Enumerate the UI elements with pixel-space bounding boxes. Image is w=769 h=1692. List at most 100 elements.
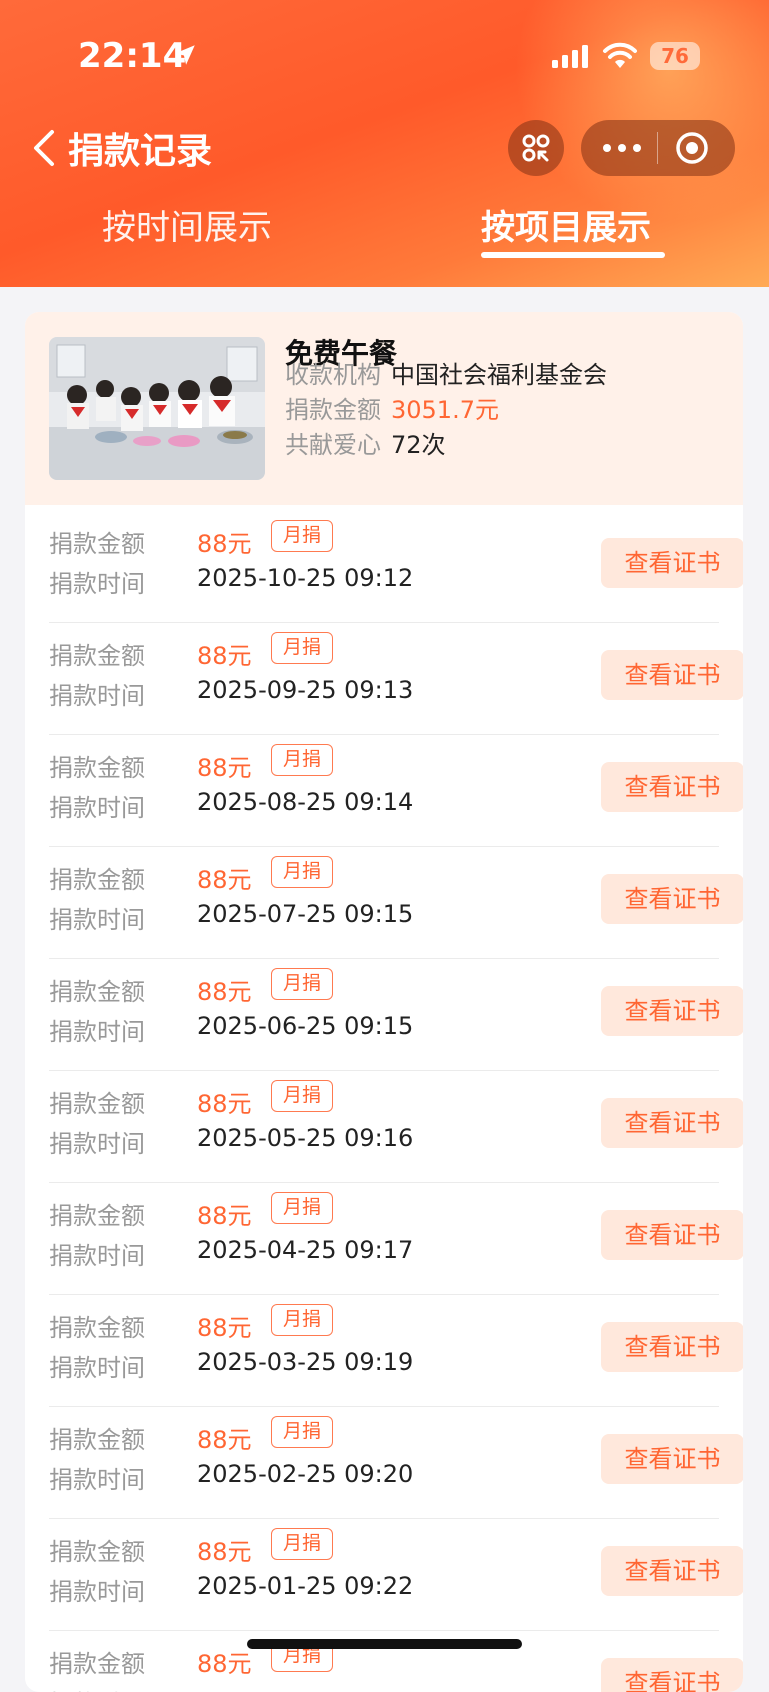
record-time-label: 捐款时间 — [49, 1242, 145, 1270]
battery-icon: 76 — [650, 42, 700, 70]
monthly-donation-tag: 月捐 — [271, 968, 333, 1000]
record-time: 2025-10-25 09:12 — [197, 564, 414, 592]
record-time: 2025-02-25 09:20 — [197, 1460, 414, 1488]
record-time-label: 捐款时间 — [49, 906, 145, 934]
wifi-icon — [603, 42, 637, 68]
project-amount-row: 捐款金额 3051.7元 — [285, 390, 499, 425]
count-label: 共献爱心 — [285, 431, 381, 459]
monthly-donation-tag: 月捐 — [271, 1528, 333, 1560]
record-amount-label: 捐款金额 — [49, 1426, 145, 1454]
record-time-label: 捐款时间 — [49, 1466, 145, 1494]
view-certificate-button[interactable]: 查看证书 — [601, 1210, 743, 1260]
project-photo — [49, 337, 265, 480]
record-amount: 88元 — [197, 866, 252, 894]
record-time: 2025-07-25 09:15 — [197, 900, 414, 928]
view-certificate-button[interactable]: 查看证书 — [601, 1322, 743, 1372]
record-amount: 88元 — [197, 978, 252, 1006]
record-amount-label: 捐款金额 — [49, 1314, 145, 1342]
view-certificate-button[interactable]: 查看证书 — [601, 986, 743, 1036]
monthly-donation-tag: 月捐 — [271, 1416, 333, 1448]
record-time: 2025-05-25 09:16 — [197, 1124, 414, 1152]
active-tab-indicator — [481, 252, 665, 258]
record-time: 2025-08-25 09:14 — [197, 788, 414, 816]
tab-by-time[interactable]: 按时间展示 — [102, 200, 272, 249]
record-time-label: 捐款时间 — [49, 1684, 145, 1692]
monthly-donation-tag: 月捐 — [271, 520, 333, 552]
record-time: 2025-06-25 09:15 — [197, 1012, 414, 1040]
record-amount-label: 捐款金额 — [49, 1538, 145, 1566]
record-amount: 88元 — [197, 530, 252, 558]
view-certificate-button[interactable]: 查看证书 — [601, 538, 743, 588]
org-value: 中国社会福利基金会 — [391, 361, 607, 389]
count-value: 72次 — [391, 431, 446, 459]
header: 22:14 76 捐款记录 按时间展示 按项目展示 — [0, 0, 769, 287]
more-dots-icon[interactable] — [603, 144, 641, 152]
view-certificate-button[interactable]: 查看证书 — [601, 1434, 743, 1484]
record-time-label: 捐款时间 — [49, 1018, 145, 1046]
location-arrow-icon — [175, 45, 195, 65]
record-time: 2025-09-25 09:13 — [197, 676, 414, 704]
scan-icon — [522, 134, 550, 162]
tab-by-project[interactable]: 按项目展示 — [481, 200, 651, 249]
monthly-donation-tag: 月捐 — [271, 1080, 333, 1112]
record-time-label: 捐款时间 — [49, 794, 145, 822]
record-time-label: 捐款时间 — [49, 682, 145, 710]
scan-button[interactable] — [508, 120, 564, 176]
record-amount: 88元 — [197, 1202, 252, 1230]
record-amount-label: 捐款金额 — [49, 754, 145, 782]
donation-record-row: 捐款金额 88元 月捐 捐款时间 2025-03-25 09:19 查看证书 — [49, 1294, 743, 1407]
home-indicator — [247, 1639, 522, 1649]
record-amount: 88元 — [197, 1314, 252, 1342]
amount-value: 3051.7元 — [391, 396, 499, 424]
record-time-label: 捐款时间 — [49, 570, 145, 598]
donation-record-row: 捐款金额 88元 月捐捐款时间 2025-02-25 09:20 查看证书 — [49, 1406, 743, 1519]
amount-label: 捐款金额 — [285, 396, 381, 424]
monthly-donation-tag: 月捐 — [271, 632, 333, 664]
back-button[interactable]: 捐款记录 — [30, 126, 212, 172]
signal-icon — [552, 45, 588, 68]
project-org-row: 收款机构 中国社会福利基金会 — [285, 355, 607, 390]
capsule-divider — [657, 132, 658, 164]
donation-record-row: 捐款金额 88元 月捐 捐款时间 2025-04-25 09:17 查看证书 — [49, 1182, 743, 1295]
record-amount: 88元 — [197, 1426, 252, 1454]
record-amount-label: 捐款金额 — [49, 1650, 145, 1678]
record-target-icon[interactable] — [675, 131, 709, 165]
monthly-donation-tag: 月捐 — [271, 1304, 333, 1336]
donation-record-row: 捐款金额 88元 月捐捐款时间 2025-07-25 09:15 查看证书 — [49, 846, 743, 959]
monthly-donation-tag: 月捐 — [271, 856, 333, 888]
record-amount-label: 捐款金额 — [49, 642, 145, 670]
chevron-left-icon — [34, 130, 54, 166]
donation-record-row: 捐款金额 88元 月捐捐款时间 2025-01-25 09:22 查看证书 — [49, 1518, 743, 1631]
record-time: 2025-04-25 09:17 — [197, 1236, 414, 1264]
record-amount-label: 捐款金额 — [49, 1090, 145, 1118]
record-amount-label: 捐款金额 — [49, 978, 145, 1006]
miniprogram-capsule — [581, 120, 735, 176]
project-count-row: 共献爱心 72次 — [285, 425, 446, 460]
record-amount-label: 捐款金额 — [49, 866, 145, 894]
view-certificate-button[interactable]: 查看证书 — [601, 1098, 743, 1148]
record-amount: 88元 — [197, 754, 252, 782]
record-time: 2025-03-25 09:19 — [197, 1348, 414, 1376]
donation-record-row: 捐款金额 88元 月捐捐款时间 2025-10-25 09:12 查看证书 — [49, 510, 743, 623]
record-time-label: 捐款时间 — [49, 1130, 145, 1158]
record-amount: 88元 — [197, 1650, 252, 1678]
record-amount-label: 捐款金额 — [49, 1202, 145, 1230]
record-time-label: 捐款时间 — [49, 1578, 145, 1606]
record-amount-label: 捐款金额 — [49, 530, 145, 558]
view-certificate-button[interactable]: 查看证书 — [601, 650, 743, 700]
record-amount: 88元 — [197, 1090, 252, 1118]
record-amount: 88元 — [197, 1538, 252, 1566]
donation-record-row: 捐款金额 88元 月捐捐款时间 2025-08-25 09:14 查看证书 — [49, 734, 743, 847]
status-time: 22:14 — [78, 36, 187, 76]
page-title: 捐款记录 — [68, 131, 213, 172]
project-summary[interactable]: 免费午餐 收款机构 中国社会福利基金会 捐款金额 3051.7元 共献爱心 72次 — [25, 312, 743, 505]
view-certificate-button[interactable]: 查看证书 — [601, 1658, 743, 1692]
view-certificate-button[interactable]: 查看证书 — [601, 762, 743, 812]
donation-record-row: 捐款金额 88元 月捐 捐款时间 2025-09-25 09:13 查看证书 — [49, 622, 743, 735]
view-certificate-button[interactable]: 查看证书 — [601, 1546, 743, 1596]
monthly-donation-tag: 月捐 — [271, 744, 333, 776]
record-time: 2025-01-25 09:22 — [197, 1572, 414, 1600]
org-label: 收款机构 — [285, 361, 381, 389]
project-card: 免费午餐 收款机构 中国社会福利基金会 捐款金额 3051.7元 共献爱心 72次 捐… — [25, 312, 743, 1692]
view-certificate-button[interactable]: 查看证书 — [601, 874, 743, 924]
